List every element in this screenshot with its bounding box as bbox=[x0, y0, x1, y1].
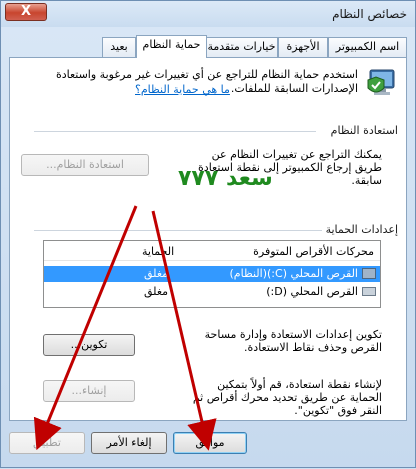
configure-button[interactable]: تكوين... bbox=[43, 334, 135, 356]
create-description: لإنشاء نقطة استعادة، قم أولاً بتمكين الح… bbox=[192, 378, 382, 417]
column-header-protection[interactable]: الحماية bbox=[142, 245, 174, 258]
column-header-drives[interactable]: محركات الأقراص المتوفرة bbox=[253, 245, 374, 258]
system-protection-icon bbox=[367, 69, 395, 95]
system-restore-button[interactable]: استعادة النظام... bbox=[21, 154, 149, 176]
tab-computer-name[interactable]: اسم الكمبيوتر bbox=[328, 37, 407, 57]
system-protection-panel: استخدم حماية النظام للتراجع عن أي تغييرا… bbox=[9, 57, 407, 421]
drive-d-status: مغلق bbox=[144, 285, 169, 298]
system-properties-window: خصائص النظام X اسم الكمبيوتر الأجهزة خيا… bbox=[0, 0, 416, 468]
window-title: خصائص النظام bbox=[332, 7, 407, 21]
tab-advanced[interactable]: خيارات متقدمة bbox=[205, 37, 278, 57]
protection-divider bbox=[34, 230, 330, 231]
list-header: محركات الأقراص المتوفرة الحماية bbox=[44, 241, 380, 261]
configure-description: تكوين إعدادات الاستعادة وإدارة مساحة الق… bbox=[204, 328, 382, 354]
tab-remote[interactable]: بعيد bbox=[102, 37, 136, 57]
drive-d-name: القرص المحلي (D:) bbox=[266, 285, 358, 298]
drive-c-status: مغلق bbox=[144, 267, 169, 280]
apply-button[interactable]: تطبيق bbox=[9, 432, 85, 454]
drive-row-d[interactable]: القرص المحلي (D:) مغلق bbox=[44, 284, 380, 300]
drive-row-c[interactable]: القرص المحلي (C:)(النظام) مغلق bbox=[44, 266, 380, 282]
drive-d-icon bbox=[362, 287, 376, 296]
cancel-button[interactable]: إلغاء الأمر bbox=[91, 432, 167, 454]
protection-drives-list[interactable]: محركات الأقراص المتوفرة الحماية القرص ال… bbox=[43, 240, 381, 308]
drive-c-name: القرص المحلي (C:)(النظام) bbox=[229, 267, 359, 280]
tab-hardware[interactable]: الأجهزة bbox=[278, 37, 328, 57]
ok-button[interactable]: موافق bbox=[173, 432, 247, 454]
restore-section-title: استعادة النظام bbox=[326, 124, 398, 137]
what-is-system-protection-link[interactable]: ما هي حماية النظام؟ bbox=[135, 83, 230, 96]
tab-system-protection[interactable]: حماية النظام bbox=[136, 35, 207, 58]
close-button[interactable]: X bbox=[5, 3, 47, 21]
title-bar: خصائص النظام X bbox=[1, 1, 415, 27]
watermark-text: سعد ٧٧٧ bbox=[178, 166, 273, 191]
drive-c-icon bbox=[362, 268, 376, 279]
protection-section-title: إعدادات الحماية bbox=[321, 223, 398, 236]
create-button[interactable]: إنشاء... bbox=[43, 380, 135, 402]
restore-divider bbox=[34, 131, 316, 132]
tab-strip: اسم الكمبيوتر الأجهزة خيارات متقدمة حماي… bbox=[9, 35, 407, 58]
